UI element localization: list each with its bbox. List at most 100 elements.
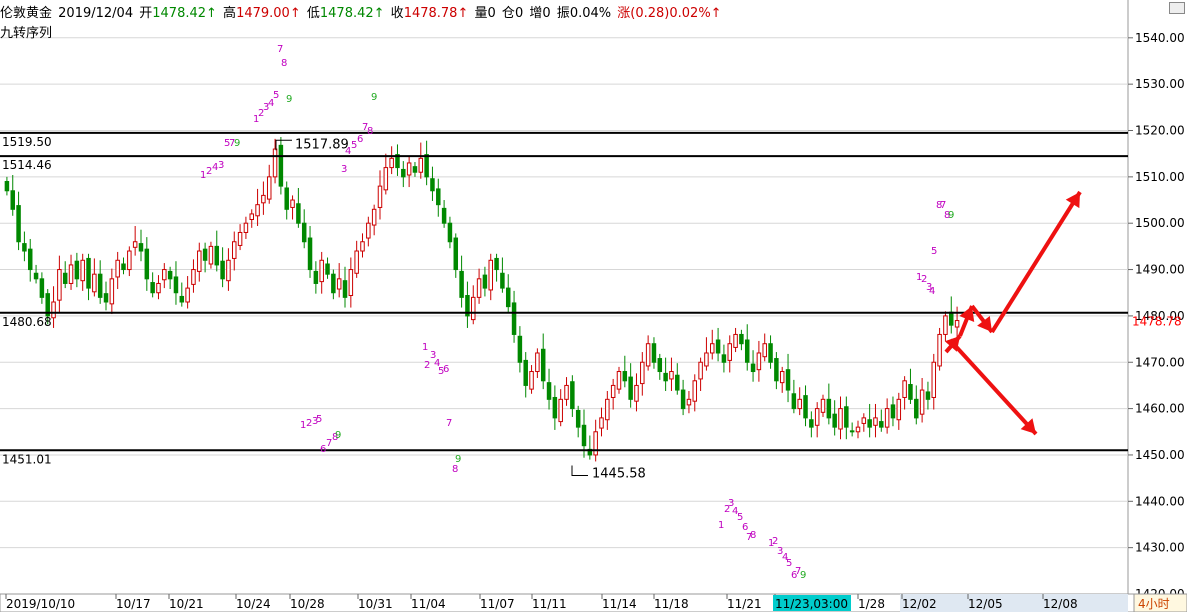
candle-body xyxy=(202,248,208,261)
x-tick-label: 11/14 xyxy=(602,597,637,611)
candle-body xyxy=(861,417,867,424)
candle-body xyxy=(610,384,616,398)
candle-body xyxy=(383,167,389,191)
candle-body xyxy=(360,241,365,252)
window-toggle-icon[interactable] xyxy=(1169,2,1185,14)
x-tick-label: 11/11 xyxy=(532,597,567,611)
candle-body xyxy=(500,272,505,289)
candle-body xyxy=(733,333,738,348)
candle-body xyxy=(4,180,10,192)
forecast-arrow xyxy=(948,338,1038,436)
candle-body xyxy=(33,272,39,280)
candle-body xyxy=(150,282,155,294)
high-value: 1479.00↑ xyxy=(236,6,301,21)
candle-body xyxy=(943,315,948,335)
candle-body xyxy=(570,381,575,410)
td-count: 9 xyxy=(371,92,377,103)
close-value: 1478.78↑ xyxy=(403,6,469,21)
candle-body xyxy=(16,205,21,243)
x-tick-label: 11/07 xyxy=(480,597,515,611)
candle-body xyxy=(92,273,97,293)
candle-body xyxy=(756,352,762,371)
candle-body xyxy=(249,213,254,220)
candle-body xyxy=(74,260,80,280)
candle-body xyxy=(698,361,703,380)
candle-body xyxy=(354,250,359,274)
candlestick-chart[interactable]: 1540.001530.001520.001510.001500.001490.… xyxy=(0,0,1187,612)
amplitude-label: 振 xyxy=(556,6,570,21)
td-count: 5 xyxy=(273,90,279,101)
td-count: 8 xyxy=(452,464,458,475)
candle-body xyxy=(634,384,639,402)
amplitude-value: 0.04% xyxy=(569,6,612,21)
candle-body xyxy=(278,144,284,187)
candle-body xyxy=(803,395,808,419)
candle-body xyxy=(914,398,919,419)
candle-body xyxy=(57,269,62,301)
x-tick-label: 11/23,03:00 xyxy=(775,597,848,611)
td-count: 5 xyxy=(786,558,792,569)
candle-body xyxy=(628,376,633,400)
candle-body xyxy=(867,419,872,428)
candle-body xyxy=(645,343,651,367)
candle-body xyxy=(931,361,937,398)
td-count: 7 xyxy=(446,418,452,429)
increase-label: 增 xyxy=(529,6,543,21)
x-tick-label: 11/18 xyxy=(654,597,689,611)
x-tick-label: 10/24 xyxy=(236,597,271,611)
candle-body xyxy=(797,398,802,410)
x-tick-label: 12/02 xyxy=(902,597,937,611)
x-tick-label: 10/17 xyxy=(116,597,151,611)
candle-body xyxy=(605,398,610,421)
y-tick-label: 1500.00 xyxy=(1135,216,1185,230)
candle-body xyxy=(103,293,109,303)
candle-body xyxy=(39,278,45,298)
candle-body xyxy=(86,257,91,289)
candle-body xyxy=(342,280,348,298)
candle-body xyxy=(27,248,33,271)
candle-body xyxy=(768,343,773,363)
oi-value: 0 xyxy=(514,6,524,21)
td-count: 5 xyxy=(316,414,322,425)
candle-body xyxy=(925,391,931,400)
candle-body xyxy=(715,339,721,354)
candle-body xyxy=(261,194,266,204)
candle-body xyxy=(669,371,674,380)
candle-body xyxy=(663,372,668,382)
candle-body xyxy=(109,278,115,305)
candle-body xyxy=(115,259,120,278)
td-count: 8 xyxy=(750,530,756,541)
candle-body xyxy=(348,269,354,297)
change-value: (0.28)0.02%↑ xyxy=(630,6,722,21)
td-count: 4 xyxy=(929,286,935,297)
candle-body xyxy=(156,282,161,294)
y-tick-label: 1440.00 xyxy=(1135,494,1185,508)
candle-body xyxy=(593,431,598,456)
level-label: 1480.68 xyxy=(2,315,52,329)
x-tick-label: 1/28 xyxy=(858,597,885,611)
x-tick-label: 2019/10/10 xyxy=(6,597,75,611)
candle-body xyxy=(902,380,907,398)
td-count: 1 xyxy=(422,342,428,353)
y-tick-label: 1510.00 xyxy=(1135,170,1185,184)
candle-body xyxy=(173,276,179,294)
candle-body xyxy=(774,358,779,382)
high-marker xyxy=(275,139,292,151)
candle-body xyxy=(197,250,202,272)
candle-body xyxy=(208,245,214,265)
y-tick-label: 1530.00 xyxy=(1135,77,1185,91)
candle-body xyxy=(890,404,896,419)
candle-body xyxy=(785,369,791,391)
x-tick-label: 10/21 xyxy=(169,597,204,611)
y-tick-label: 1460.00 xyxy=(1135,402,1185,416)
candle-body xyxy=(162,269,167,281)
candle-body xyxy=(494,257,499,271)
candle-body xyxy=(424,154,429,178)
symbol-name: 伦敦黄金 xyxy=(0,6,53,21)
y-tick-label: 1450.00 xyxy=(1135,448,1185,462)
candle-body xyxy=(366,222,371,239)
x-tick-label: 10/31 xyxy=(358,597,393,611)
candle-body xyxy=(651,343,657,363)
candle-body xyxy=(97,273,103,298)
candle-body xyxy=(680,389,686,410)
